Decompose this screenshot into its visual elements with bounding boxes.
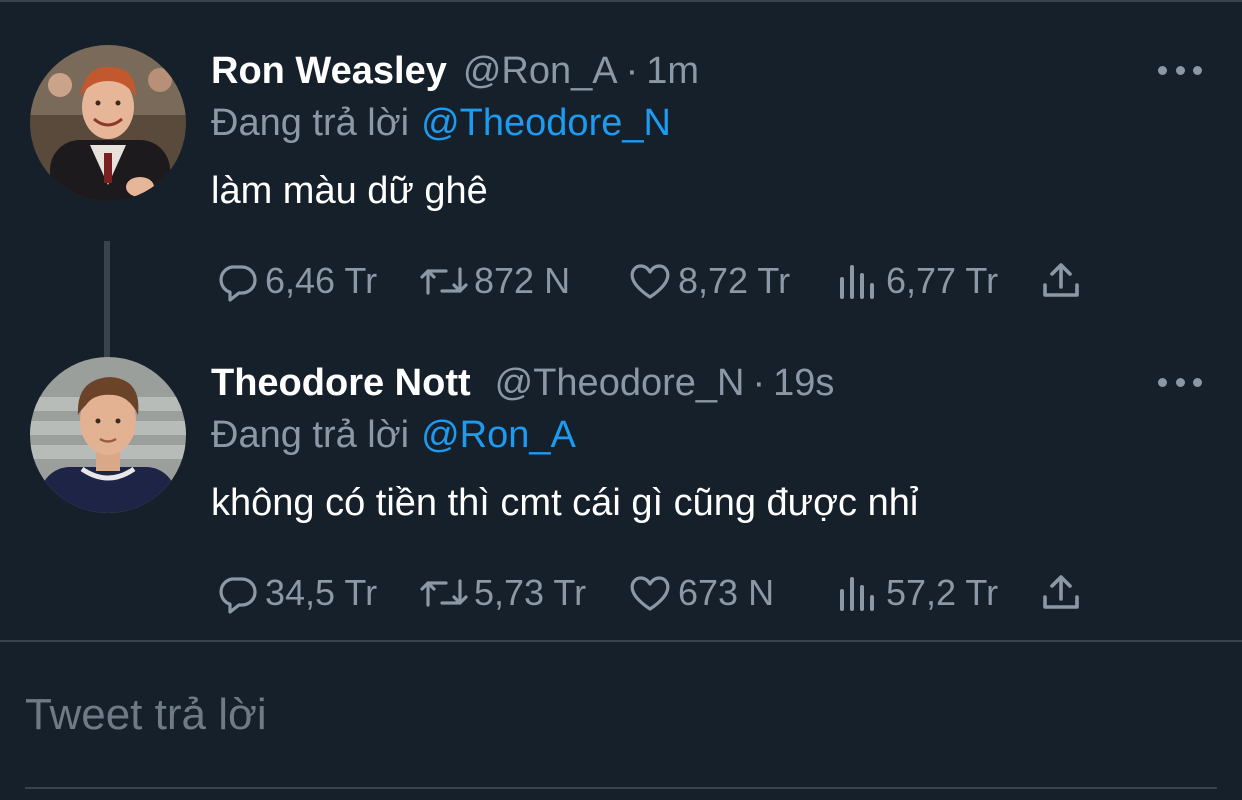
replying-to-label: Đang trả lời xyxy=(211,414,410,456)
share-button[interactable] xyxy=(1037,568,1085,618)
share-icon xyxy=(1037,257,1085,305)
like-button[interactable]: 8,72 Tr xyxy=(626,256,790,306)
replying-to: Đang trả lời @Theodore_N xyxy=(211,102,671,145)
tweet-text: không có tiền thì cmt cái gì cũng được n… xyxy=(211,482,919,524)
tweet-text: làm màu dữ ghê xyxy=(211,170,488,212)
tweet-ron[interactable]: Ron Weasley @Ron_A · 1m Đang trả lời @The… xyxy=(0,40,1242,393)
tweet-header: Ron Weasley @Ron_A · 1m xyxy=(211,50,699,94)
avatar[interactable] xyxy=(30,357,186,513)
display-name[interactable]: Ron Weasley xyxy=(211,50,447,93)
retweet-button[interactable]: 5,73 Tr xyxy=(418,568,586,618)
reply-compose-input[interactable]: Tweet trả lời xyxy=(25,690,267,740)
views-icon xyxy=(834,257,882,305)
reply-icon xyxy=(213,569,261,617)
reply-button[interactable]: 6,46 Tr xyxy=(213,256,377,306)
reply-input-underline xyxy=(25,787,1217,789)
retweet-icon xyxy=(418,257,470,305)
more-icon[interactable] xyxy=(1158,58,1202,82)
separator-dot: · xyxy=(752,362,766,404)
share-icon xyxy=(1037,569,1085,617)
tweet-thread-page: Ron Weasley @Ron_A · 1m Đang trả lời @The… xyxy=(0,0,1242,800)
like-count: 673 N xyxy=(678,572,775,613)
top-divider xyxy=(0,0,1242,2)
mention-link[interactable]: @Theodore_N xyxy=(421,102,671,144)
views-count: 6,77 Tr xyxy=(886,260,999,301)
display-name[interactable]: Theodore Nott xyxy=(211,362,471,405)
share-button[interactable] xyxy=(1037,256,1085,306)
reply-icon xyxy=(213,257,261,305)
views-button[interactable]: 57,2 Tr xyxy=(834,568,998,618)
mention-link[interactable]: @Ron_A xyxy=(421,414,576,456)
reply-count: 6,46 Tr xyxy=(265,260,378,301)
like-count: 8,72 Tr xyxy=(678,260,791,301)
retweet-count: 5,73 Tr xyxy=(474,572,587,613)
like-icon xyxy=(626,257,674,305)
retweet-count: 872 N xyxy=(474,260,571,301)
section-divider xyxy=(0,640,1242,642)
avatar[interactable] xyxy=(30,45,186,201)
tweet-theodore[interactable]: Theodore Nott @Theodore_N · 19s Đang trả… xyxy=(0,352,1242,632)
views-button[interactable]: 6,77 Tr xyxy=(834,256,998,306)
tweet-actions: 34,5 Tr 5,73 Tr 673 N 57,2 Tr xyxy=(213,568,1113,618)
separator-dot: · xyxy=(625,50,639,92)
retweet-button[interactable]: 872 N xyxy=(418,256,570,306)
timestamp[interactable]: 19s xyxy=(773,362,834,405)
reply-button[interactable]: 34,5 Tr xyxy=(213,568,377,618)
views-count: 57,2 Tr xyxy=(886,572,999,613)
replying-to: Đang trả lời @Ron_A xyxy=(211,414,576,457)
replying-to-label: Đang trả lời xyxy=(211,102,410,144)
user-handle[interactable]: @Ron_A xyxy=(463,50,618,93)
tweet-actions: 6,46 Tr 872 N 8,72 Tr 6,77 Tr xyxy=(213,256,1113,306)
more-icon[interactable] xyxy=(1158,370,1202,394)
views-icon xyxy=(834,569,882,617)
timestamp[interactable]: 1m xyxy=(646,50,699,93)
tweet-header: Theodore Nott @Theodore_N · 19s xyxy=(211,362,834,406)
like-button[interactable]: 673 N xyxy=(626,568,774,618)
retweet-icon xyxy=(418,569,470,617)
user-handle[interactable]: @Theodore_N xyxy=(495,362,745,405)
reply-count: 34,5 Tr xyxy=(265,572,378,613)
like-icon xyxy=(626,569,674,617)
